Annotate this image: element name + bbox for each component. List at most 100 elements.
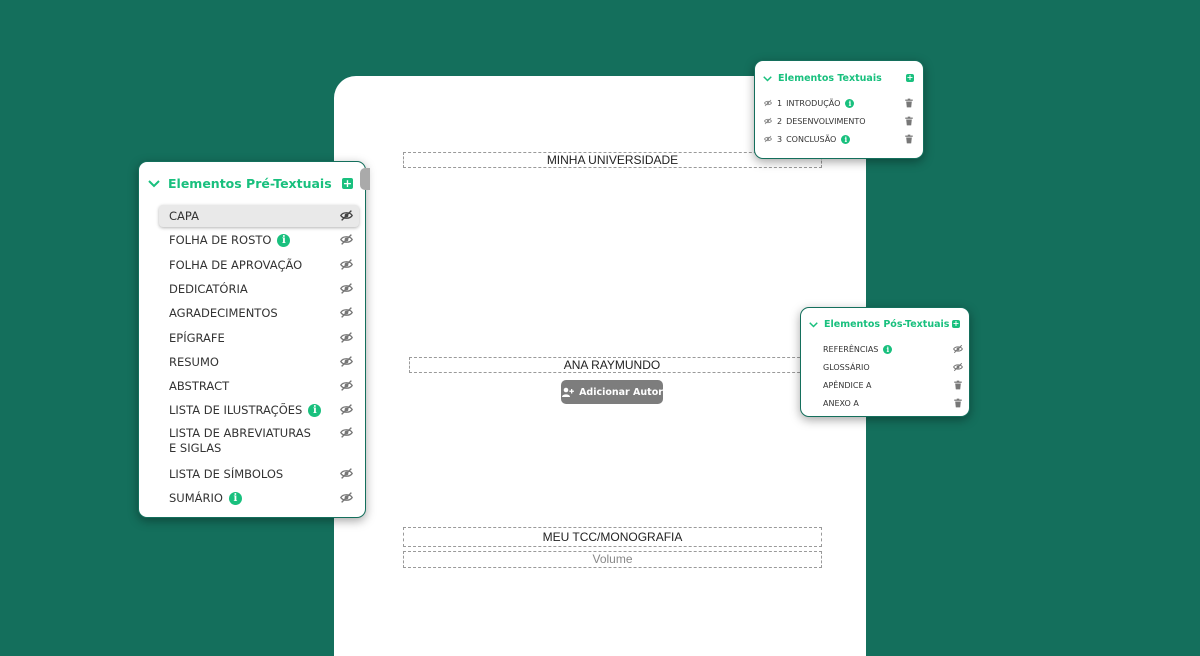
textual-title: Elementos Textuais [778, 73, 882, 84]
pre-item-label: DEDICATÓRIA [169, 281, 248, 296]
add-author-button[interactable]: Adicionar Autor [561, 380, 663, 404]
pre-item-folha-de-rosto[interactable]: FOLHA DE ROSTO i [159, 229, 359, 251]
visibility-toggle[interactable] [340, 355, 353, 371]
trash-icon [905, 116, 913, 126]
eye-off-icon [340, 355, 353, 367]
eye-off-icon [340, 283, 353, 294]
visibility-toggle[interactable] [340, 379, 353, 395]
post-textual-header[interactable]: Elementos Pós-Textuais [809, 319, 949, 330]
eye-off-icon [340, 210, 353, 221]
pre-item-capa[interactable]: CAPA [159, 205, 359, 227]
chevron-down-icon [148, 179, 160, 187]
textual-item-desenvolvimento[interactable]: 2 DESENVOLVIMENTO [764, 114, 914, 128]
textual-item-label: DESENVOLVIMENTO [786, 116, 866, 126]
visibility-toggle[interactable] [953, 362, 963, 374]
pre-item-label: RESUMO [169, 354, 219, 369]
add-post-textual-button[interactable]: + [952, 320, 960, 328]
visibility-toggle[interactable] [340, 209, 353, 225]
title-field[interactable]: MEU TCC/MONOGRAFIA [403, 527, 822, 547]
add-author-label: Adicionar Autor [579, 386, 663, 398]
pre-item-lista-de-ilustracoes[interactable]: LISTA DE ILUSTRAÇÕES i [159, 399, 359, 421]
info-icon[interactable]: i [277, 233, 291, 247]
info-icon[interactable]: i [845, 98, 855, 108]
eye-icon [764, 117, 772, 125]
textual-item-number: 1 [777, 98, 783, 108]
textual-item-number: 2 [777, 116, 783, 126]
textual-item-introducao[interactable]: 1 INTRODUÇÃO i [764, 96, 914, 110]
add-pre-textual-button[interactable]: + [342, 178, 353, 189]
eye-off-icon [340, 492, 353, 503]
pre-item-label: FOLHA DE APROVAÇÃO [169, 257, 303, 272]
visibility-toggle[interactable] [340, 403, 353, 419]
pre-textual-header[interactable]: Elementos Pré-Textuais [148, 176, 332, 191]
pre-item-resumo[interactable]: RESUMO [159, 351, 359, 373]
trash-icon [954, 398, 962, 408]
post-textual-title: Elementos Pós-Textuais [824, 319, 950, 330]
pre-item-agradecimentos[interactable]: AGRADECIMENTOS [159, 302, 359, 324]
textual-header[interactable]: Elementos Textuais [763, 73, 882, 84]
post-item-label: ANEXO A [823, 398, 859, 408]
pre-item-lista-de-abreviaturas-e-siglas[interactable]: LISTA DE ABREVIATURAS E SIGLAS [159, 424, 359, 458]
add-textual-button[interactable]: + [906, 74, 914, 82]
author-field[interactable]: ANA RAYMUNDO [409, 357, 815, 373]
eye-icon [764, 99, 772, 107]
delete-button[interactable] [904, 134, 914, 146]
pre-item-dedicatoria[interactable]: DEDICATÓRIA [159, 278, 359, 300]
visibility-toggle[interactable] [340, 282, 353, 298]
pre-item-label: SUMÁRIO [169, 491, 223, 505]
pre-item-label: FOLHA DE ROSTO [169, 233, 272, 248]
post-item-label: APÊNDICE A [823, 380, 872, 390]
delete-button[interactable] [953, 380, 963, 392]
eye-off-icon [340, 234, 353, 246]
visibility-toggle[interactable] [340, 233, 353, 249]
visibility-toggle[interactable] [953, 344, 963, 356]
post-item-apendice-a[interactable]: APÊNDICE A [823, 378, 963, 392]
pre-item-sumario[interactable]: SUMÁRIO i [159, 487, 359, 509]
pre-item-label: ABSTRACT [169, 379, 230, 394]
info-icon[interactable]: i [308, 403, 322, 417]
textual-item-label: INTRODUÇÃO [786, 98, 841, 108]
eye-off-icon [340, 404, 353, 416]
pre-item-label: LISTA DE SÍMBOLOS [169, 466, 284, 481]
visibility-toggle[interactable] [340, 258, 353, 274]
post-textual-panel: Elementos Pós-Textuais + REFERÊNCIAS i GLO… [800, 307, 970, 417]
info-icon[interactable]: i [883, 344, 893, 354]
pre-item-epigrafe[interactable]: EPÍGRAFE [159, 327, 359, 349]
eye-off-icon [340, 426, 353, 438]
visibility-toggle[interactable] [340, 331, 353, 347]
trash-icon [954, 380, 962, 390]
post-item-anexo-a[interactable]: ANEXO A [823, 396, 963, 410]
post-item-label: GLOSSÁRIO [823, 362, 870, 372]
eye-off-icon [953, 344, 963, 354]
post-item-referencias[interactable]: REFERÊNCIAS i [823, 342, 963, 356]
eye-off-icon [340, 331, 353, 343]
eye-off-icon [340, 307, 353, 319]
add-user-icon [562, 387, 574, 397]
post-item-glossario[interactable]: GLOSSÁRIO [823, 360, 963, 374]
eye-off-icon [340, 258, 353, 270]
chevron-down-icon [809, 321, 818, 328]
volume-field[interactable]: Volume [403, 551, 822, 568]
info-icon[interactable]: i [228, 491, 242, 505]
eye-off-icon [340, 467, 353, 479]
post-item-label: REFERÊNCIAS [823, 344, 879, 354]
textual-item-conclusao[interactable]: 3 CONCLUSÃO i [764, 132, 914, 146]
pre-item-label: EPÍGRAFE [169, 330, 225, 345]
pre-item-label: LISTA DE ABREVIATURAS E SIGLAS [169, 425, 311, 455]
pre-item-abstract[interactable]: ABSTRACT [159, 375, 359, 397]
eye-off-icon [953, 362, 963, 372]
textual-item-label: CONCLUSÃO [786, 134, 837, 144]
visibility-toggle[interactable] [340, 426, 353, 442]
delete-button[interactable] [904, 116, 914, 128]
info-icon[interactable]: i [841, 134, 851, 144]
visibility-toggle[interactable] [340, 306, 353, 322]
scrollbar-handle[interactable] [360, 168, 370, 190]
eye-icon [764, 135, 772, 143]
pre-item-lista-de-simbolos[interactable]: LISTA DE SÍMBOLOS [159, 463, 359, 485]
pre-textual-title: Elementos Pré-Textuais [168, 176, 332, 191]
pre-item-folha-de-aprovacao[interactable]: FOLHA DE APROVAÇÃO [159, 254, 359, 276]
delete-button[interactable] [953, 398, 963, 410]
delete-button[interactable] [904, 98, 914, 110]
visibility-toggle[interactable] [340, 467, 353, 483]
visibility-toggle[interactable] [340, 491, 353, 507]
